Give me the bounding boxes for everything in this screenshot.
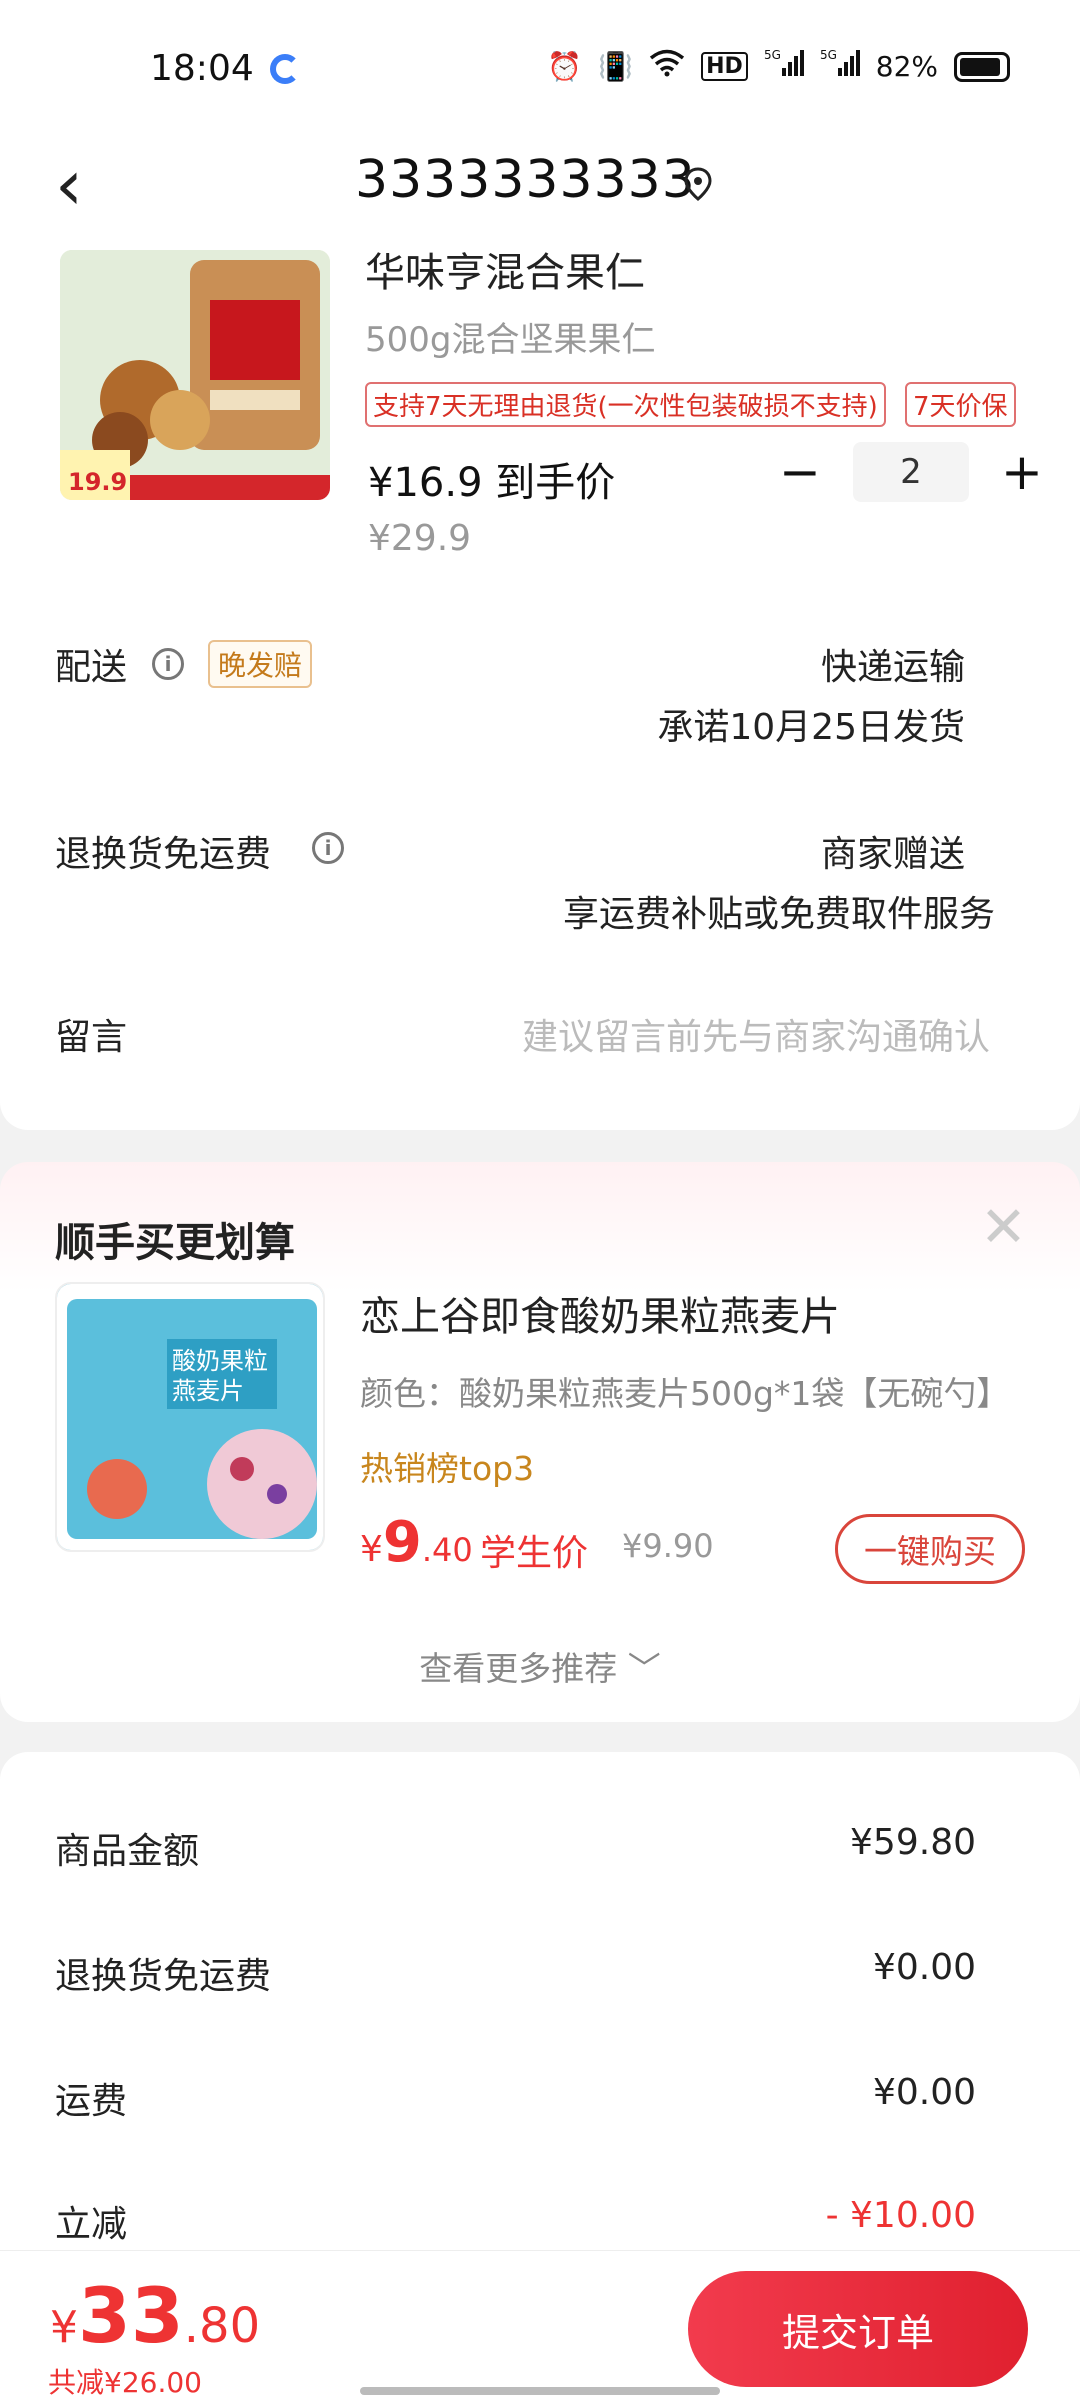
- recommend-title: 顺手买更划算: [55, 1220, 295, 1266]
- battery-percent: 82%: [875, 50, 938, 83]
- quantity-input[interactable]: 2: [853, 442, 969, 502]
- return-shipping-label: 退换货免运费: [55, 834, 272, 875]
- price-protect-tag: 7天价保: [905, 382, 1016, 427]
- product-image[interactable]: 19.9: [60, 250, 330, 500]
- status-icons: ⏰ 📳 HD 5G 5G 82%: [547, 48, 1010, 85]
- return-policy-tag: 支持7天无理由退货(一次性包装破损不支持): [365, 382, 886, 427]
- submit-order-button[interactable]: 提交订单: [688, 2271, 1028, 2387]
- nav-bar: ‹ 3333333333: [0, 130, 1080, 250]
- decrease-button[interactable]: −: [775, 443, 825, 501]
- hot-rank-label: 热销榜top3: [360, 1449, 535, 1488]
- more-recommend-link[interactable]: 查看更多推荐 ﹀: [0, 1642, 1080, 1690]
- total-decimal: .80: [183, 2298, 261, 2354]
- delivery-method: 快递运输: [820, 647, 965, 688]
- close-icon[interactable]: ✕: [980, 1200, 1027, 1256]
- original-price: ¥29.9: [368, 518, 472, 559]
- loading-icon: [270, 54, 300, 84]
- quantity-stepper: − 2 +: [775, 442, 1047, 502]
- delivery-label: 配送: [55, 647, 128, 688]
- recommend-product-color: 颜色：酸奶果粒燕麦片500g*1袋【无碗勺】: [360, 1374, 1010, 1413]
- summary-label: 立减: [55, 2204, 128, 2245]
- info-icon[interactable]: i: [312, 832, 344, 864]
- battery-icon: [954, 51, 1010, 82]
- wifi-icon: [649, 49, 685, 84]
- order-confirm-screen: 18:04 ⏰ 📳 HD 5G 5G 82% ‹ 3333333333 19.9…: [0, 0, 1080, 2400]
- checkout-bar: ¥ 33 .80 共减¥26.00 提交订单: [0, 2250, 1080, 2400]
- hd-icon: HD: [701, 52, 748, 81]
- one-click-buy-button[interactable]: 一键购买: [835, 1514, 1025, 1584]
- summary-value: ¥59.80: [850, 1822, 976, 1863]
- recommend-price: ¥ 9 .40: [360, 1510, 473, 1575]
- status-bar: 18:04 ⏰ 📳 HD 5G 5G 82%: [0, 0, 1080, 130]
- recommend-product-image[interactable]: 酸奶果粒 燕麦片: [55, 1282, 325, 1552]
- recommend-product-name[interactable]: 恋上谷即食酸奶果粒燕麦片: [360, 1284, 840, 1342]
- svg-text:5G: 5G: [764, 48, 781, 62]
- delivery-promise: 承诺10月25日发货: [657, 707, 965, 748]
- home-indicator[interactable]: [360, 2387, 720, 2395]
- total-saved: 共减¥26.00: [48, 2366, 202, 2399]
- product-name: 华味亨混合果仁: [365, 250, 645, 296]
- page-title: 3333333333: [355, 150, 696, 210]
- summary-discount-value: - ¥10.00: [825, 2195, 976, 2236]
- back-button[interactable]: ‹: [55, 150, 83, 220]
- total-currency: ¥: [50, 2302, 78, 2353]
- summary-value: ¥0.00: [872, 1947, 976, 1988]
- info-icon[interactable]: i: [152, 648, 184, 680]
- location-pin-icon[interactable]: [680, 166, 716, 202]
- recommend-original-price: ¥9.90: [622, 1527, 714, 1565]
- summary-label: 退换货免运费: [55, 1956, 272, 1997]
- price-currency: ¥: [360, 1529, 383, 1570]
- order-card: 19.9 华味亨混合果仁 500g混合坚果果仁 支持7天无理由退货(一次性包装破…: [0, 250, 1080, 1130]
- vibrate-icon: 📳: [598, 50, 634, 83]
- recommend-card: 顺手买更划算 ✕ 酸奶果粒 燕麦片 恋上谷即食酸奶果粒燕麦片 颜色：酸奶果粒燕麦…: [0, 1162, 1080, 1722]
- 5g-signal-icon: 5G: [764, 48, 804, 85]
- alarm-icon: ⏰: [547, 50, 583, 83]
- final-price: ¥16.9 到手价: [368, 460, 616, 506]
- product-spec[interactable]: 500g混合坚果果仁: [365, 312, 655, 361]
- summary-label: 运费: [55, 2081, 128, 2122]
- summary-value: ¥0.00: [872, 2072, 976, 2113]
- student-price-label: 学生价: [480, 1533, 589, 1574]
- price-summary-card: 商品金额 ¥59.80 退换货免运费 ¥0.00 运费 ¥0.00 立减 - ¥…: [0, 1752, 1080, 2252]
- svg-text:酸奶果粒: 酸奶果粒: [172, 1347, 268, 1375]
- total-price: ¥ 33 .80: [50, 2271, 260, 2360]
- price-integer: 9: [382, 1510, 422, 1575]
- price-decimal: .40: [421, 1531, 473, 1569]
- svg-text:燕麦片: 燕麦片: [172, 1377, 244, 1405]
- 5g-signal-icon: 5G: [820, 48, 860, 85]
- status-time: 18:04: [150, 48, 254, 89]
- late-compensation-badge: 晚发赔: [208, 640, 313, 688]
- return-shipping-value: 商家赠送: [820, 834, 965, 875]
- total-integer: 33: [78, 2271, 184, 2360]
- svg-text:19.9: 19.9: [68, 468, 127, 496]
- summary-label: 商品金额: [55, 1831, 200, 1872]
- increase-button[interactable]: +: [997, 443, 1047, 501]
- svg-text:5G: 5G: [820, 48, 837, 62]
- message-input[interactable]: 建议留言前先与商家沟通确认: [522, 1008, 990, 1060]
- return-shipping-desc: 享运费补贴或免费取件服务: [562, 894, 995, 935]
- message-label: 留言: [55, 1017, 128, 1058]
